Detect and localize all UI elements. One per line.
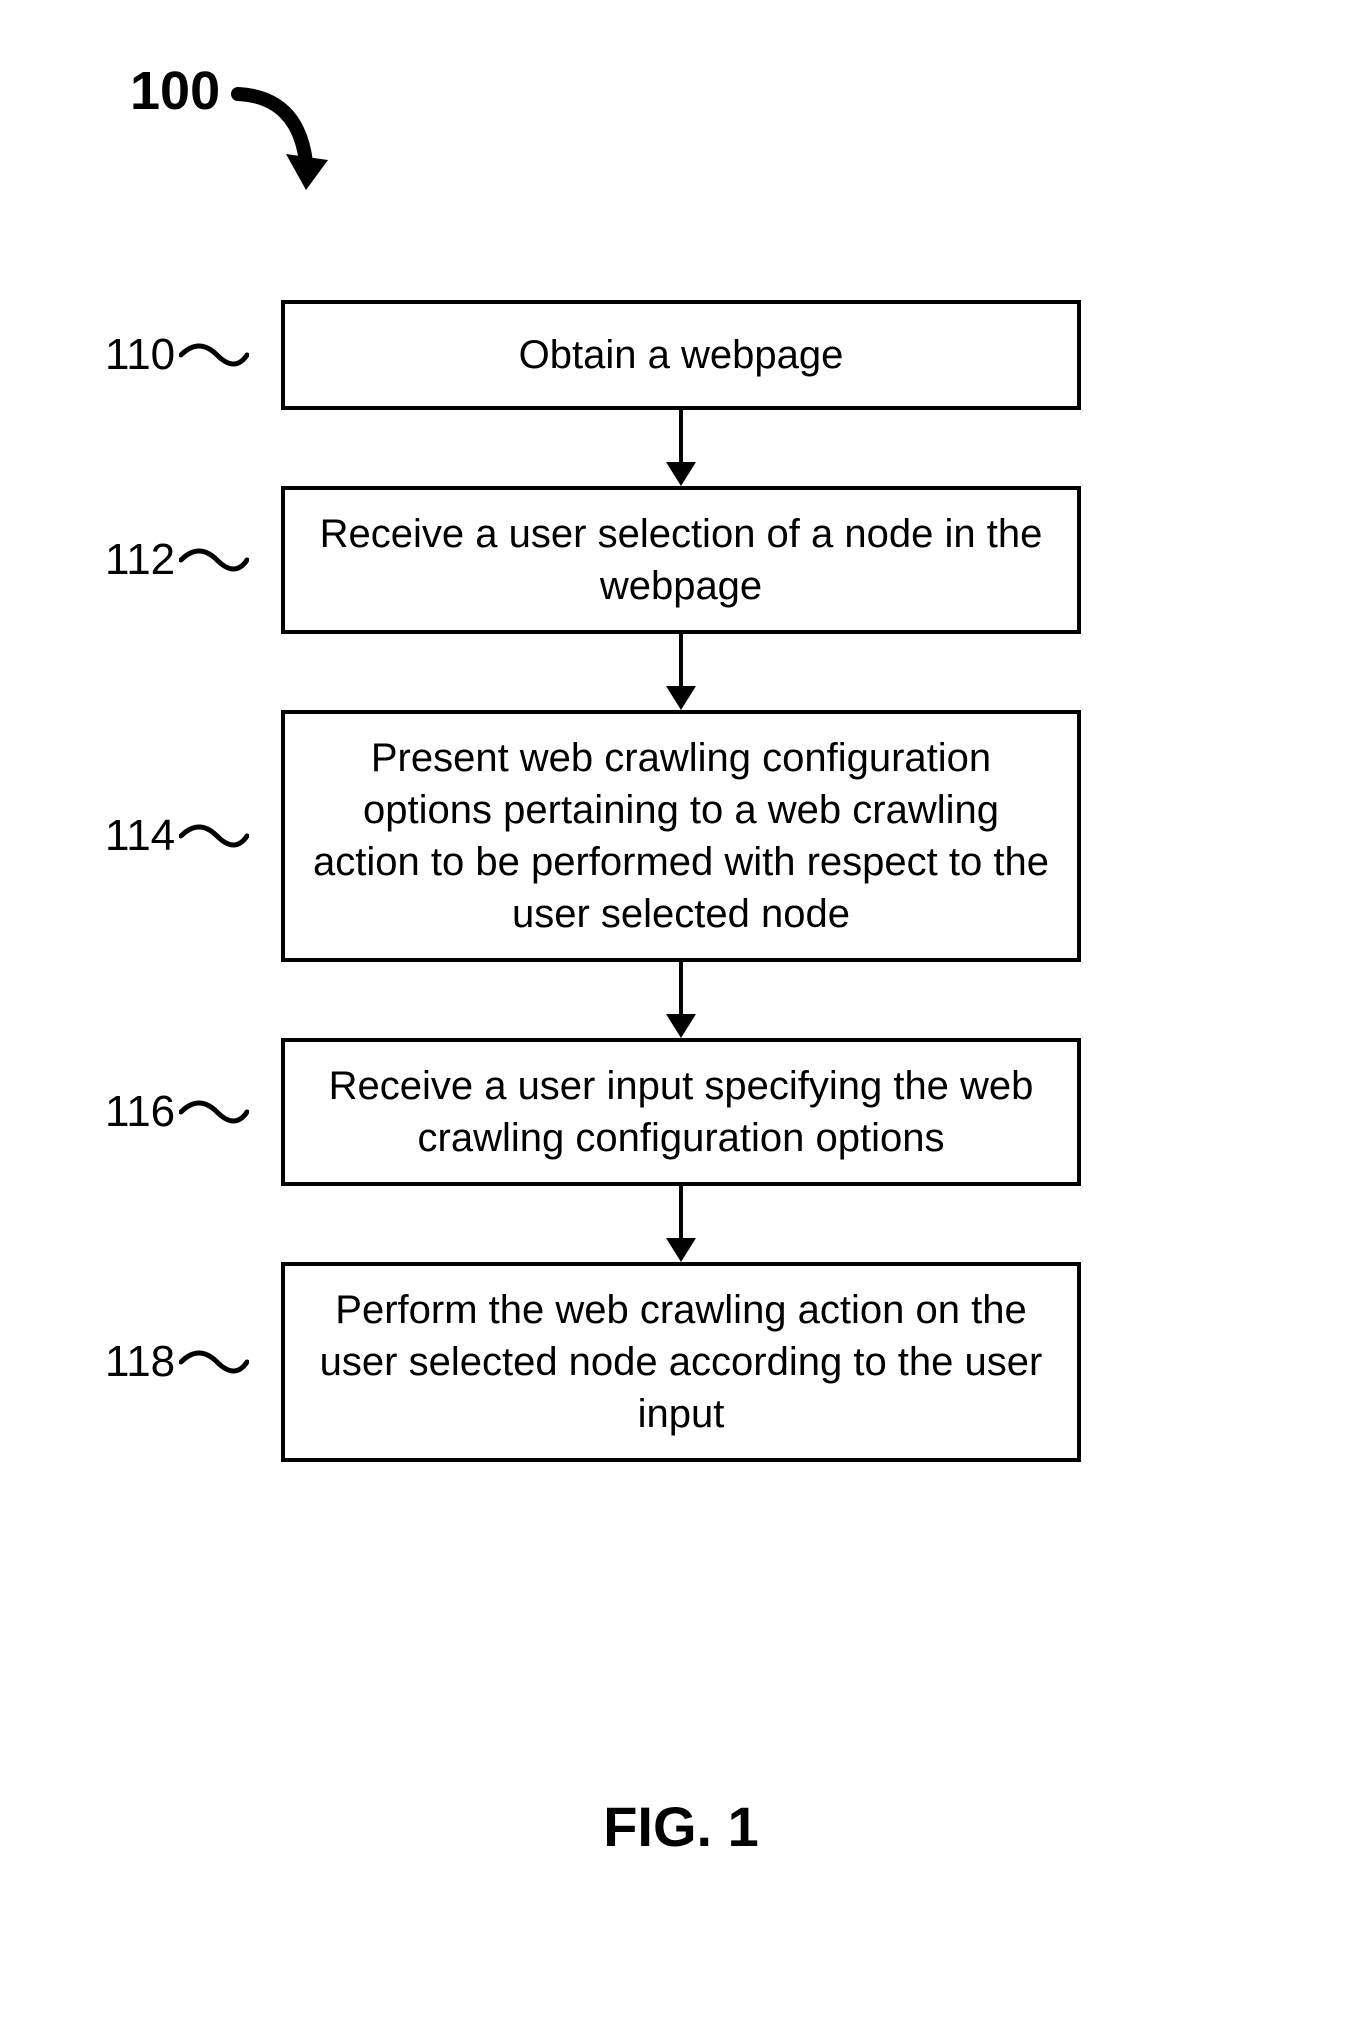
connector-line bbox=[679, 1186, 683, 1238]
arrow-down-icon bbox=[666, 462, 696, 486]
arrow-down-icon bbox=[666, 686, 696, 710]
connector-line bbox=[679, 410, 683, 462]
lead-line-icon bbox=[179, 1092, 249, 1132]
arrow-down-icon bbox=[666, 1238, 696, 1262]
flowchart: 110 Obtain a webpage 112 Receive a user … bbox=[0, 300, 1362, 1462]
lead-line-icon bbox=[179, 540, 249, 580]
lead-line-icon bbox=[179, 1342, 249, 1382]
figure-caption: FIG. 1 bbox=[0, 1794, 1362, 1859]
step-box: Receive a user selection of a node in th… bbox=[281, 486, 1081, 634]
lead-line-icon bbox=[179, 335, 249, 375]
step-text: Present web crawling configuration optio… bbox=[309, 732, 1053, 940]
step-ref-number: 118 bbox=[105, 1337, 175, 1387]
flow-connector bbox=[666, 1186, 696, 1262]
step-box: Receive a user input specifying the web … bbox=[281, 1038, 1081, 1186]
curved-arrow-icon bbox=[228, 82, 338, 202]
step-ref-number: 110 bbox=[105, 330, 175, 380]
step-row: 118 Perform the web crawling action on t… bbox=[0, 1262, 1362, 1462]
step-ref-label: 114 bbox=[105, 811, 249, 861]
step-ref-label: 112 bbox=[105, 535, 249, 585]
step-ref-label: 110 bbox=[105, 330, 249, 380]
step-box: Obtain a webpage bbox=[281, 300, 1081, 410]
step-row: 114 Present web crawling configuration o… bbox=[0, 710, 1362, 962]
step-row: 110 Obtain a webpage bbox=[0, 300, 1362, 410]
step-row: 116 Receive a user input specifying the … bbox=[0, 1038, 1362, 1186]
step-text: Receive a user selection of a node in th… bbox=[309, 508, 1053, 612]
step-box: Present web crawling configuration optio… bbox=[281, 710, 1081, 962]
step-row: 112 Receive a user selection of a node i… bbox=[0, 486, 1362, 634]
step-text: Perform the web crawling action on the u… bbox=[309, 1284, 1053, 1440]
flow-connector bbox=[666, 962, 696, 1038]
step-text: Receive a user input specifying the web … bbox=[309, 1060, 1053, 1164]
step-ref-number: 112 bbox=[105, 535, 175, 585]
step-text: Obtain a webpage bbox=[519, 329, 844, 381]
connector-line bbox=[679, 634, 683, 686]
step-ref-number: 116 bbox=[105, 1087, 175, 1137]
figure-reference: 100 bbox=[130, 60, 338, 202]
step-ref-label: 116 bbox=[105, 1087, 249, 1137]
figure-ref-number: 100 bbox=[130, 60, 220, 122]
connector-line bbox=[679, 962, 683, 1014]
step-box: Perform the web crawling action on the u… bbox=[281, 1262, 1081, 1462]
flow-connector bbox=[666, 634, 696, 710]
flow-connector bbox=[666, 410, 696, 486]
step-ref-number: 114 bbox=[105, 811, 175, 861]
step-ref-label: 118 bbox=[105, 1337, 249, 1387]
arrow-down-icon bbox=[666, 1014, 696, 1038]
lead-line-icon bbox=[179, 816, 249, 856]
